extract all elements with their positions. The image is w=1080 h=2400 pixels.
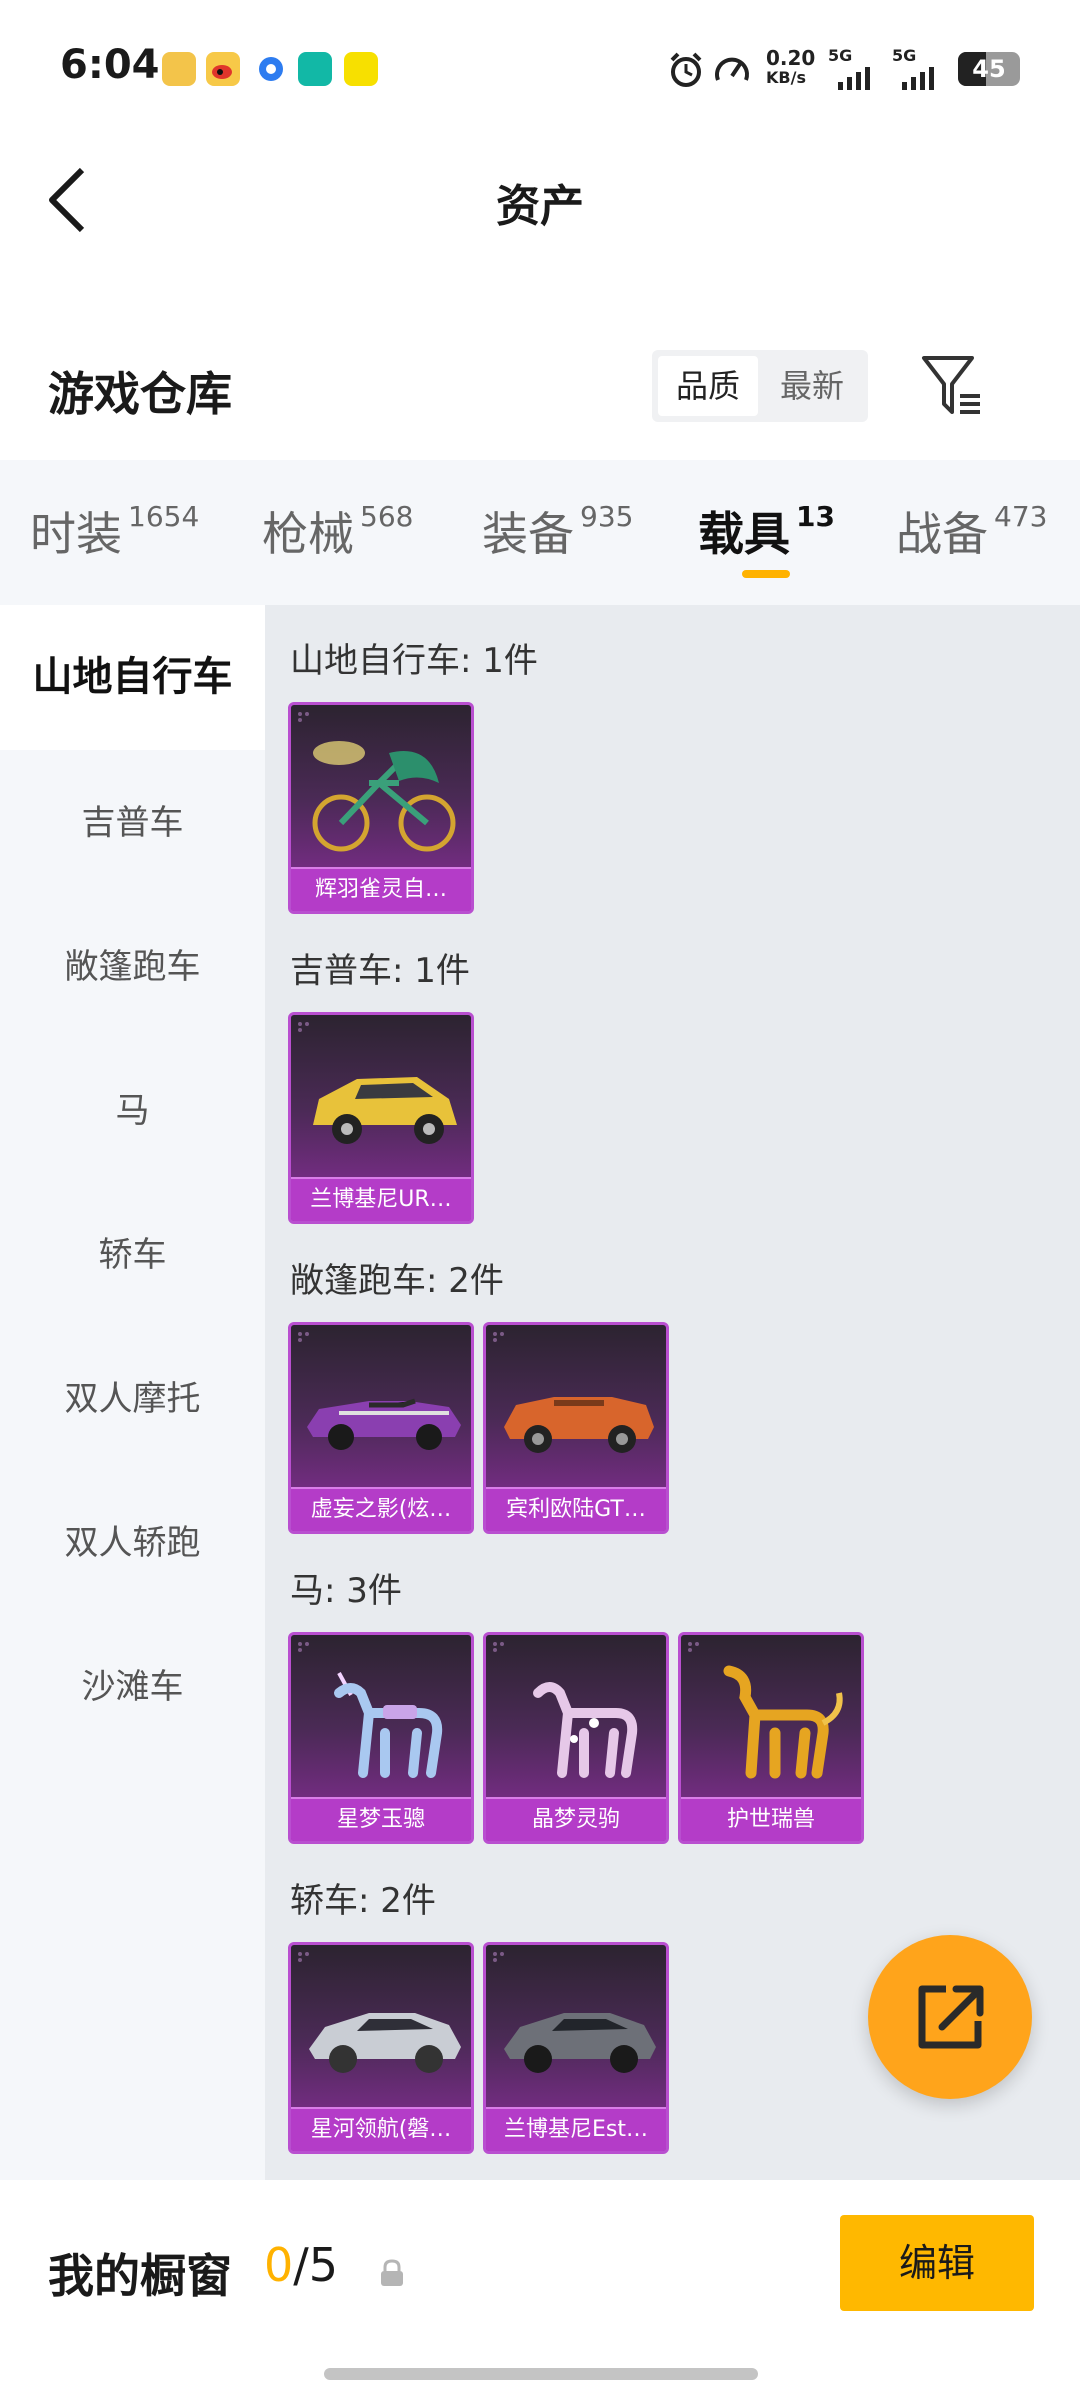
vehicle-type-sidebar: 山地自行车 吉普车 敞篷跑车 马 轿车 双人摩托 双人轿跑 沙滩车 — [0, 605, 265, 2180]
item-name: 星梦玉骢 — [291, 1799, 471, 1841]
item-name: 护世瑞兽 — [681, 1799, 861, 1841]
grade-dots-icon — [493, 1642, 504, 1652]
app-notification-icon — [162, 52, 196, 86]
item-name: 兰博基尼Est… — [486, 2109, 666, 2151]
sedan-icon — [309, 2013, 461, 2073]
weibo-icon — [206, 52, 240, 86]
lock-icon — [381, 2259, 403, 2286]
sim2-label: 5G — [892, 46, 917, 65]
bike-icon — [312, 741, 456, 852]
unicorn-icon — [334, 1672, 443, 1778]
sedan-icon — [504, 2013, 656, 2073]
net-speed: 0.20 KB/s — [766, 46, 816, 87]
sidebar-item-beach-buggy[interactable]: 沙滩车 — [0, 1659, 265, 1708]
item-name: 晶梦灵驹 — [486, 1799, 666, 1841]
share-button[interactable] — [868, 1935, 1032, 2099]
home-indicator[interactable] — [324, 2368, 758, 2380]
sidebar-item-sedan[interactable]: 轿车 — [0, 1227, 265, 1276]
item-card[interactable]: 晶梦灵驹 — [483, 1632, 669, 1844]
item-card[interactable]: 星河领航(磐… — [288, 1942, 474, 2154]
sidebar-item-horse[interactable]: 马 — [0, 1083, 265, 1132]
warehouse-header: 游戏仓库 品质 最新 — [0, 330, 1080, 450]
app-icon — [344, 52, 378, 86]
item-card[interactable]: 兰博基尼UR… — [288, 1012, 474, 1224]
signal-icon-2 — [902, 67, 934, 90]
section-title: 敞篷跑车: 2件 — [290, 1261, 504, 1301]
page-title: 资产 — [496, 181, 584, 232]
item-card[interactable]: 辉羽雀灵自… — [288, 702, 474, 914]
sidebar-item-mountain-bike[interactable]: 山地自行车 — [0, 605, 265, 750]
item-card[interactable]: 护世瑞兽 — [678, 1632, 864, 1844]
sort-latest-button[interactable]: 最新 — [762, 356, 862, 416]
sidebar-item-coupe[interactable]: 双人轿跑 — [0, 1515, 265, 1564]
item-name: 辉羽雀灵自… — [291, 869, 471, 911]
sort-quality-button[interactable]: 品质 — [658, 356, 758, 416]
tab-combat-gear[interactable]: 战备 473 — [896, 498, 1047, 564]
section-title: 轿车: 2件 — [290, 1881, 436, 1921]
status-time: 6:04 — [60, 42, 160, 88]
item-name: 虚妄之影(炫… — [291, 1489, 471, 1531]
section-title: 山地自行车: 1件 — [290, 641, 538, 681]
item-name: 星河领航(磐… — [291, 2109, 471, 2151]
alarm-icon — [670, 52, 702, 87]
section-title: 吉普车: 1件 — [290, 951, 470, 991]
edit-button[interactable]: 编辑 — [840, 2215, 1034, 2311]
item-card[interactable]: 虚妄之影(炫… — [288, 1322, 474, 1534]
grade-dots-icon — [688, 1642, 699, 1652]
grade-dots-icon — [298, 1332, 309, 1342]
item-card[interactable]: 宾利欧陆GT… — [483, 1322, 669, 1534]
item-name: 宾利欧陆GT… — [486, 1489, 666, 1531]
sim1-label: 5G — [828, 46, 853, 65]
grade-dots-icon — [493, 1952, 504, 1962]
convertible-icon — [504, 1397, 654, 1453]
warehouse-title: 游戏仓库 — [48, 367, 232, 421]
tab-fashion[interactable]: 时装 1654 — [30, 498, 199, 564]
sidebar-item-convertible[interactable]: 敞篷跑车 — [0, 939, 265, 988]
grade-dots-icon — [298, 712, 309, 722]
showcase-label: 我的橱窗 — [48, 2249, 232, 2303]
category-tabs: 时装 1654 枪械 568 装备 935 载具 13 战备 473 — [0, 460, 1080, 605]
boss-app-icon — [298, 52, 332, 86]
tab-equipment[interactable]: 装备 935 — [482, 498, 633, 564]
speedometer-icon — [715, 57, 749, 81]
suv-icon — [313, 1077, 457, 1144]
sidebar-item-tandem-moto[interactable]: 双人摩托 — [0, 1371, 265, 1420]
share-icon — [918, 1985, 984, 2049]
item-card[interactable]: 星梦玉骢 — [288, 1632, 474, 1844]
sort-toggle: 品质 最新 — [652, 350, 868, 422]
grade-dots-icon — [493, 1332, 504, 1342]
item-name: 兰博基尼UR… — [291, 1179, 471, 1221]
muscle-car-icon — [307, 1398, 461, 1450]
horse-icon — [533, 1682, 638, 1778]
battery-icon: 45 — [958, 52, 1020, 86]
sidebar-item-jeep[interactable]: 吉普车 — [0, 795, 265, 844]
filter-icon[interactable] — [920, 352, 984, 422]
title-bar: 资产 — [0, 130, 1080, 270]
grade-dots-icon — [298, 1022, 309, 1032]
signal-icon — [838, 67, 870, 90]
tab-guns[interactable]: 枪械 568 — [262, 498, 413, 564]
section-title: 马: 3件 — [290, 1571, 402, 1611]
grade-dots-icon — [298, 1952, 309, 1962]
status-bar: 6:04 0.20 KB/s 5G 5G 45 — [0, 0, 1080, 130]
showcase-bar: 我的橱窗 0/5 编辑 — [0, 2180, 1080, 2400]
browser-icon — [254, 52, 288, 86]
golden-beast-icon — [723, 1665, 843, 1779]
item-card[interactable]: 兰博基尼Est… — [483, 1942, 669, 2154]
showcase-count: 0/5 — [264, 2238, 339, 2292]
tab-indicator — [742, 570, 790, 578]
tab-vehicles[interactable]: 载具 13 — [698, 498, 835, 564]
grade-dots-icon — [298, 1642, 309, 1652]
